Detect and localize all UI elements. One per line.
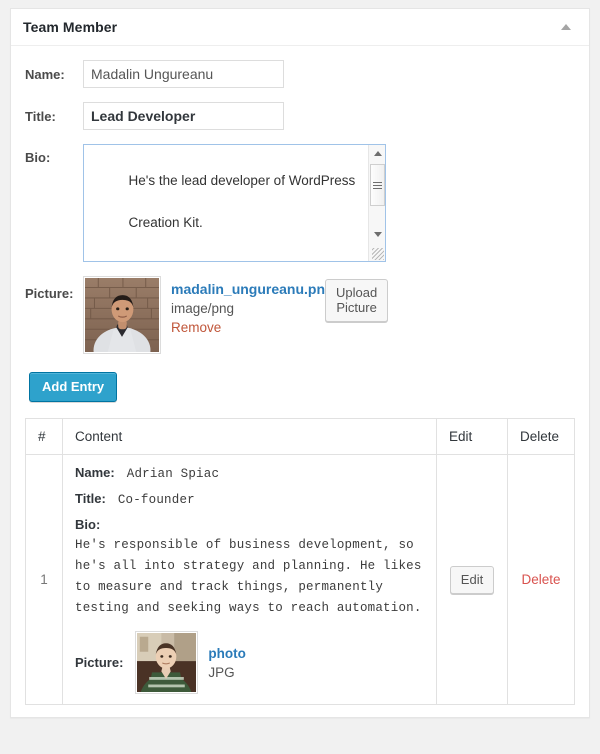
row-content-cell: Name: Adrian Spiac Title: Co-founder Bio…: [62, 454, 437, 705]
bio-line-1: He's the lead developer of WordPress: [128, 173, 356, 188]
column-header-number: #: [25, 418, 63, 455]
bio-scrollbar[interactable]: [368, 145, 385, 261]
column-header-edit: Edit: [436, 418, 508, 455]
scroll-up-icon[interactable]: [369, 145, 385, 162]
scrollbar-thumb[interactable]: [370, 164, 385, 206]
row-number: 1: [40, 571, 48, 587]
panel-header[interactable]: Team Member: [11, 9, 589, 46]
entry-picture-row: Picture: photo JPG: [75, 631, 424, 694]
title-label: Title:: [25, 109, 56, 124]
upload-picture-button[interactable]: Upload Picture: [325, 279, 389, 322]
entry-title-label: Title:: [75, 491, 106, 506]
picture-meta: madalin_ungureanu.png image/png Remove: [171, 276, 334, 337]
add-entry-button[interactable]: Add Entry: [29, 372, 118, 402]
picture-mime-type: image/png: [171, 301, 235, 316]
title-field-row: Title:: [25, 102, 575, 130]
entry-name-line: Name: Adrian Spiac: [75, 465, 424, 481]
entries-table: # Content Edit Delete 1 Name: Adrian Spi…: [25, 418, 575, 705]
scroll-down-icon[interactable]: [369, 226, 385, 243]
bio-textarea-content: He's the lead developer of WordPress Cre…: [84, 145, 369, 261]
remove-picture-link[interactable]: Remove: [171, 318, 221, 337]
entry-name-value: Adrian Spiac: [126, 467, 220, 481]
title-input[interactable]: [83, 102, 284, 130]
table-row: 1 Name: Adrian Spiac Title: Co-founder B…: [25, 454, 575, 705]
bio-label: Bio:: [25, 150, 51, 165]
row-edit-cell: Edit: [436, 454, 508, 705]
row-delete-cell: Delete: [507, 454, 575, 705]
table-head: # Content Edit Delete: [25, 418, 575, 455]
picture-field-row: Picture: madalin_ungureanu.png image/png…: [25, 276, 575, 354]
entry-bio-value: He's responsible of business development…: [75, 538, 422, 615]
entry-title-value: Co-founder: [117, 493, 195, 507]
bio-textarea[interactable]: He's the lead developer of WordPress Cre…: [83, 144, 386, 262]
entry-picture-type: JPG: [208, 664, 235, 680]
table-body: 1 Name: Adrian Spiac Title: Co-founder B…: [25, 454, 575, 705]
column-header-content: Content: [62, 418, 437, 455]
team-member-panel: Team Member Name: Title: Bio: He's the l…: [10, 8, 590, 718]
entry-picture-thumbnail: [135, 631, 199, 694]
table-header-row: # Content Edit Delete: [25, 418, 575, 455]
column-header-delete: Delete: [507, 418, 575, 455]
textarea-resize-handle[interactable]: [372, 248, 384, 260]
panel-body: Name: Title: Bio: He's the lead develope…: [11, 46, 589, 717]
caret-shape: [561, 24, 571, 30]
picture-thumbnail: [83, 276, 161, 354]
name-input[interactable]: [83, 60, 284, 88]
entry-picture-link[interactable]: photo: [208, 644, 245, 663]
row-number-cell: 1: [25, 454, 63, 705]
triangle-up-shape: [373, 151, 382, 156]
grip-lines-icon: [373, 181, 382, 189]
picture-label: Picture:: [25, 286, 74, 301]
add-entry-row: Add Entry: [29, 372, 575, 402]
entry-name-label: Name:: [75, 465, 115, 480]
page-title: Team Member: [23, 19, 118, 35]
picture-filename-link[interactable]: madalin_ungureanu.png: [171, 280, 334, 299]
triangle-down-shape: [373, 232, 382, 237]
entry-bio-label: Bio:: [75, 517, 101, 532]
name-label: Name:: [25, 67, 65, 82]
delete-link[interactable]: Delete: [521, 572, 560, 587]
caret-up-icon[interactable]: [553, 14, 579, 40]
entry-picture-meta: photo JPG: [208, 644, 245, 682]
edit-button[interactable]: Edit: [449, 565, 495, 594]
bio-line-2: Creation Kit.: [128, 215, 203, 230]
picture-field: madalin_ungureanu.png image/png Remove U…: [83, 276, 389, 354]
entry-title-line: Title: Co-founder: [75, 491, 424, 507]
entry-picture-label: Picture:: [75, 655, 124, 670]
name-field-row: Name:: [25, 60, 575, 88]
bio-field-row: Bio: He's the lead developer of WordPres…: [25, 144, 575, 262]
